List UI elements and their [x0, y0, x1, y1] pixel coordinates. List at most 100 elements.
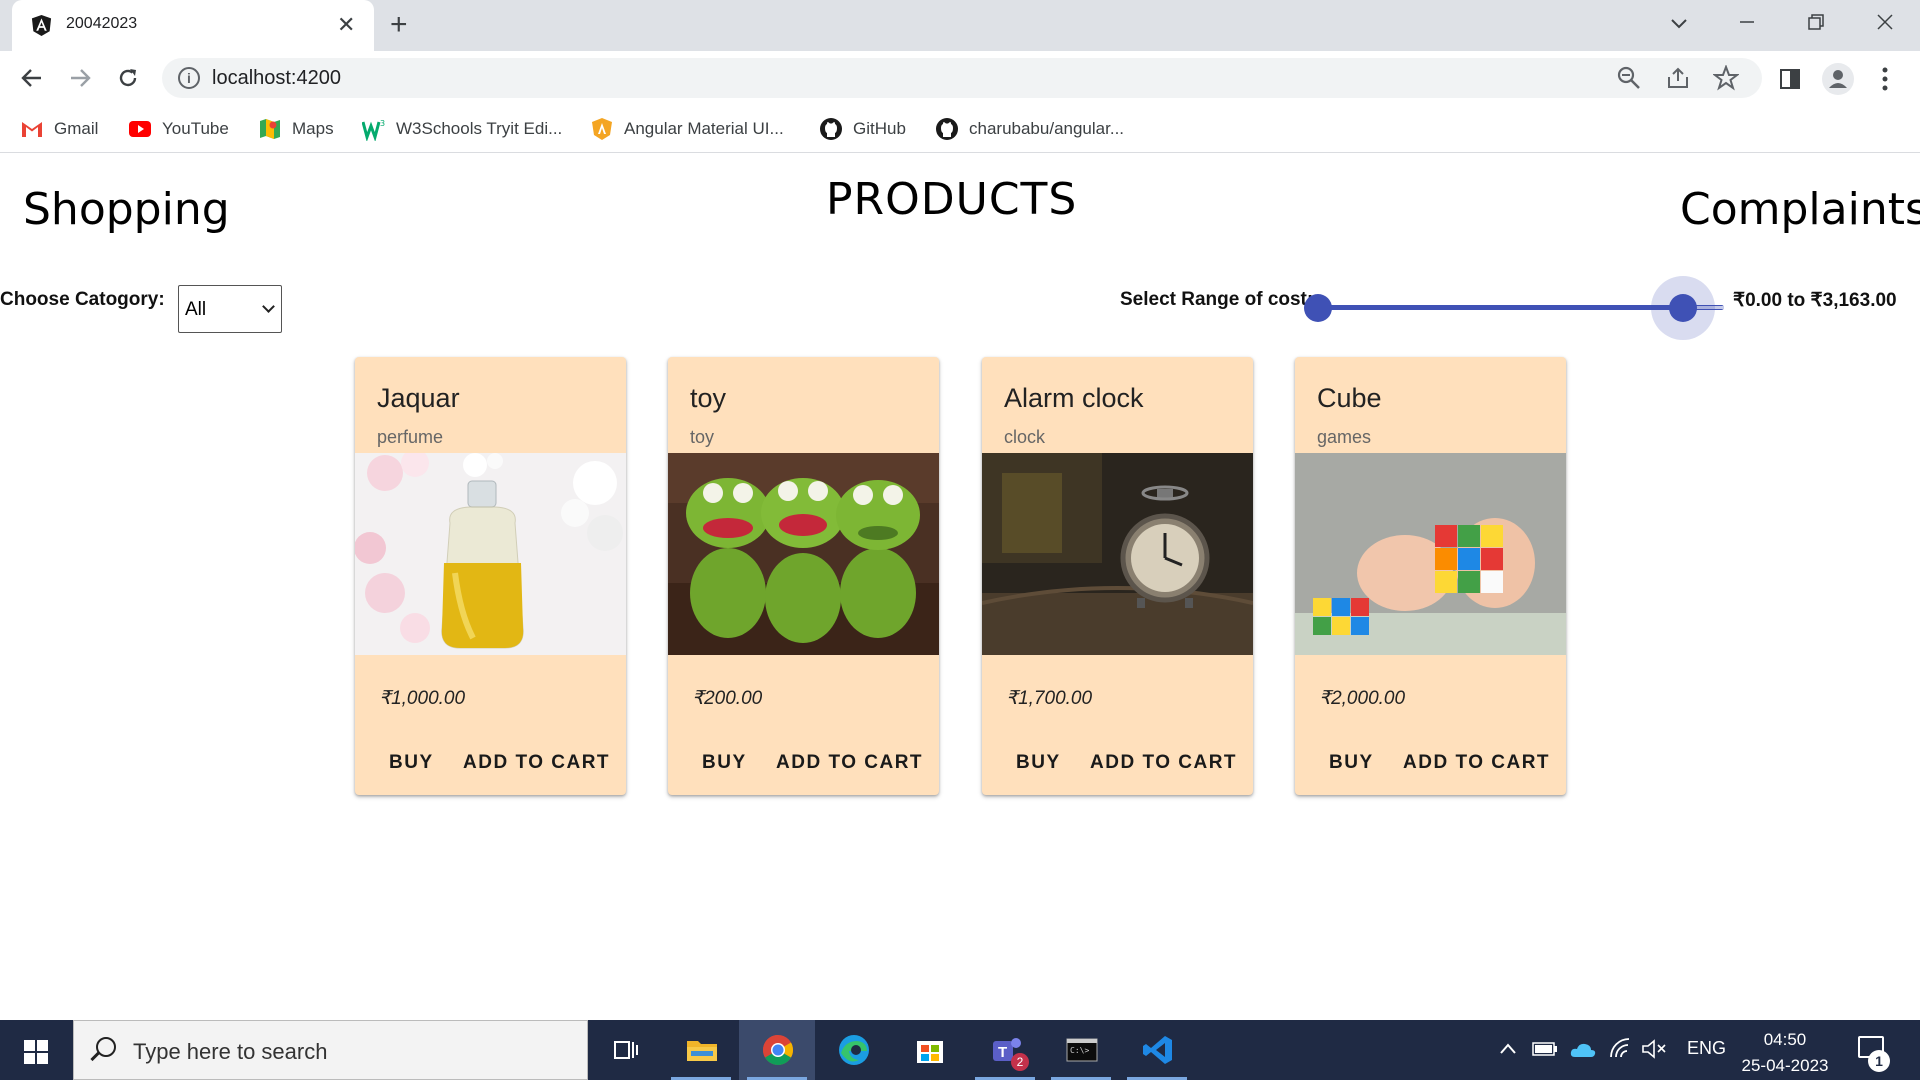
store-button[interactable]	[891, 1020, 967, 1080]
buy-button[interactable]: BUY	[1016, 752, 1061, 774]
bookmarks-bar: Gmail YouTube Maps 3 W3Schools Tryit Edi…	[0, 105, 1920, 153]
store-icon	[917, 1041, 943, 1063]
angular-icon	[31, 14, 52, 37]
task-view-icon	[614, 1041, 638, 1059]
product-card: Jaquar perfume ₹1,000.00 BUY ADD TO CART	[355, 357, 626, 795]
bookmark-w3schools[interactable]: 3 W3Schools Tryit Edi...	[362, 116, 562, 142]
restore-icon[interactable]	[1796, 6, 1836, 39]
url-text[interactable]: localhost:4200	[212, 67, 341, 90]
add-to-cart-button[interactable]: ADD TO CART	[463, 752, 610, 774]
range-value-text: ₹0.00 to ₹3,163.00	[1733, 290, 1897, 311]
active-tab[interactable]: 20042023 ✕	[12, 0, 374, 51]
volume-muted-icon[interactable]	[1641, 1038, 1667, 1060]
range-label: Select Range of cost:	[1120, 289, 1314, 310]
language-indicator[interactable]: ENG	[1687, 1038, 1726, 1059]
bookmark-youtube[interactable]: YouTube	[128, 116, 229, 142]
share-icon[interactable]	[1665, 65, 1691, 91]
product-image-cube	[1295, 453, 1566, 655]
product-card: Alarm clock clock ₹1,700.00 BUY ADD TO C…	[982, 357, 1253, 795]
forward-icon[interactable]	[63, 61, 97, 95]
github-icon	[936, 118, 958, 140]
product-image-clock	[982, 453, 1253, 655]
buy-button[interactable]: BUY	[702, 752, 747, 774]
page-content: Shopping PRODUCTS Complaints Choose Cato…	[0, 154, 1920, 1020]
chevron-down-icon	[262, 300, 275, 313]
category-select[interactable]: All	[178, 285, 282, 333]
back-icon[interactable]	[15, 61, 49, 95]
product-price: ₹2,000.00	[1319, 688, 1406, 709]
teams-badge: 2	[1011, 1053, 1029, 1071]
w3schools-icon: 3	[362, 119, 385, 141]
star-icon[interactable]	[1713, 65, 1739, 91]
add-to-cart-button[interactable]: ADD TO CART	[1403, 752, 1550, 774]
vscode-icon	[1143, 1036, 1172, 1064]
address-bar[interactable]: i localhost:4200	[162, 58, 1762, 98]
svg-text:C:\>: C:\>	[1070, 1046, 1089, 1055]
windows-start-icon[interactable]	[24, 1040, 48, 1064]
taskbar-search-box[interactable]: Type here to search	[73, 1020, 588, 1080]
bookmark-gmail[interactable]: Gmail	[20, 116, 98, 142]
product-category: games	[1317, 427, 1372, 447]
battery-icon[interactable]	[1532, 1040, 1558, 1058]
product-card: Cube games ₹2,000.00 BUY ADD TO CART	[1295, 357, 1566, 795]
product-image-perfume	[355, 453, 626, 655]
close-icon[interactable]: ✕	[337, 11, 355, 39]
windows-taskbar: Type here to search T 2 C:\> ENG 04:50 2…	[0, 1020, 1920, 1080]
wifi-icon[interactable]	[1608, 1038, 1632, 1060]
bookmark-maps[interactable]: Maps	[258, 116, 334, 142]
category-selected-value: All	[185, 299, 207, 320]
terminal-button[interactable]: C:\>	[1043, 1020, 1119, 1080]
shopping-link[interactable]: Shopping	[23, 184, 230, 235]
svg-text:3: 3	[380, 119, 385, 128]
folder-icon	[687, 1041, 717, 1061]
chevron-down-icon[interactable]	[1659, 6, 1699, 38]
vscode-button[interactable]	[1119, 1020, 1195, 1080]
bookmark-github[interactable]: GitHub	[819, 116, 906, 142]
minimize-icon[interactable]	[1727, 6, 1767, 39]
buy-button[interactable]: BUY	[1329, 752, 1374, 774]
add-to-cart-button[interactable]: ADD TO CART	[1090, 752, 1237, 774]
max-price-thumb[interactable]	[1669, 294, 1697, 322]
product-title: toy	[690, 383, 727, 413]
buy-button[interactable]: BUY	[389, 752, 434, 774]
teams-button[interactable]: T 2	[967, 1020, 1043, 1080]
complaints-link[interactable]: Complaints	[1680, 184, 1920, 235]
onedrive-icon[interactable]	[1569, 1040, 1597, 1060]
maps-icon	[260, 119, 280, 139]
terminal-icon: C:\>	[1066, 1038, 1098, 1062]
zoom-out-icon[interactable]	[1616, 65, 1642, 91]
product-price: ₹1,700.00	[1006, 688, 1093, 709]
browser-toolbar: i localhost:4200	[0, 51, 1920, 105]
product-price: ₹200.00	[692, 688, 763, 709]
taskbar-clock[interactable]: 04:50 25-04-2023	[1735, 1027, 1835, 1079]
product-title: Alarm clock	[1004, 383, 1144, 413]
bookmark-charubabu[interactable]: charubabu/angular...	[935, 116, 1124, 142]
category-label: Choose Catogory:	[0, 289, 165, 310]
youtube-icon	[129, 121, 151, 137]
add-to-cart-button[interactable]: ADD TO CART	[776, 752, 923, 774]
bookmark-angular-material[interactable]: Angular Material UI...	[590, 116, 784, 142]
side-panel-icon[interactable]	[1779, 68, 1801, 90]
edge-button[interactable]	[815, 1020, 891, 1080]
more-menu-icon[interactable]	[1878, 66, 1892, 92]
site-info-icon[interactable]: i	[178, 67, 200, 89]
new-tab-button[interactable]: +	[390, 9, 408, 41]
tab-title: 20042023	[66, 15, 138, 32]
chrome-button[interactable]	[739, 1020, 815, 1080]
edge-icon	[839, 1035, 869, 1065]
window-close-icon[interactable]	[1865, 6, 1905, 39]
angular-material-icon	[592, 118, 612, 140]
svg-text:T: T	[998, 1044, 1007, 1061]
chevron-up-icon[interactable]	[1499, 1042, 1517, 1056]
task-view-button[interactable]	[587, 1020, 663, 1080]
product-title: Cube	[1317, 383, 1382, 413]
tab-strip: 20042023 ✕ +	[0, 0, 1920, 51]
min-price-thumb[interactable]	[1304, 294, 1332, 322]
product-category: perfume	[377, 427, 444, 447]
gmail-icon	[22, 122, 42, 137]
reload-icon[interactable]	[111, 61, 145, 95]
product-price: ₹1,000.00	[379, 688, 466, 709]
search-placeholder: Type here to search	[133, 1039, 328, 1064]
file-explorer-button[interactable]	[663, 1020, 739, 1080]
profile-avatar-icon[interactable]	[1822, 63, 1854, 95]
